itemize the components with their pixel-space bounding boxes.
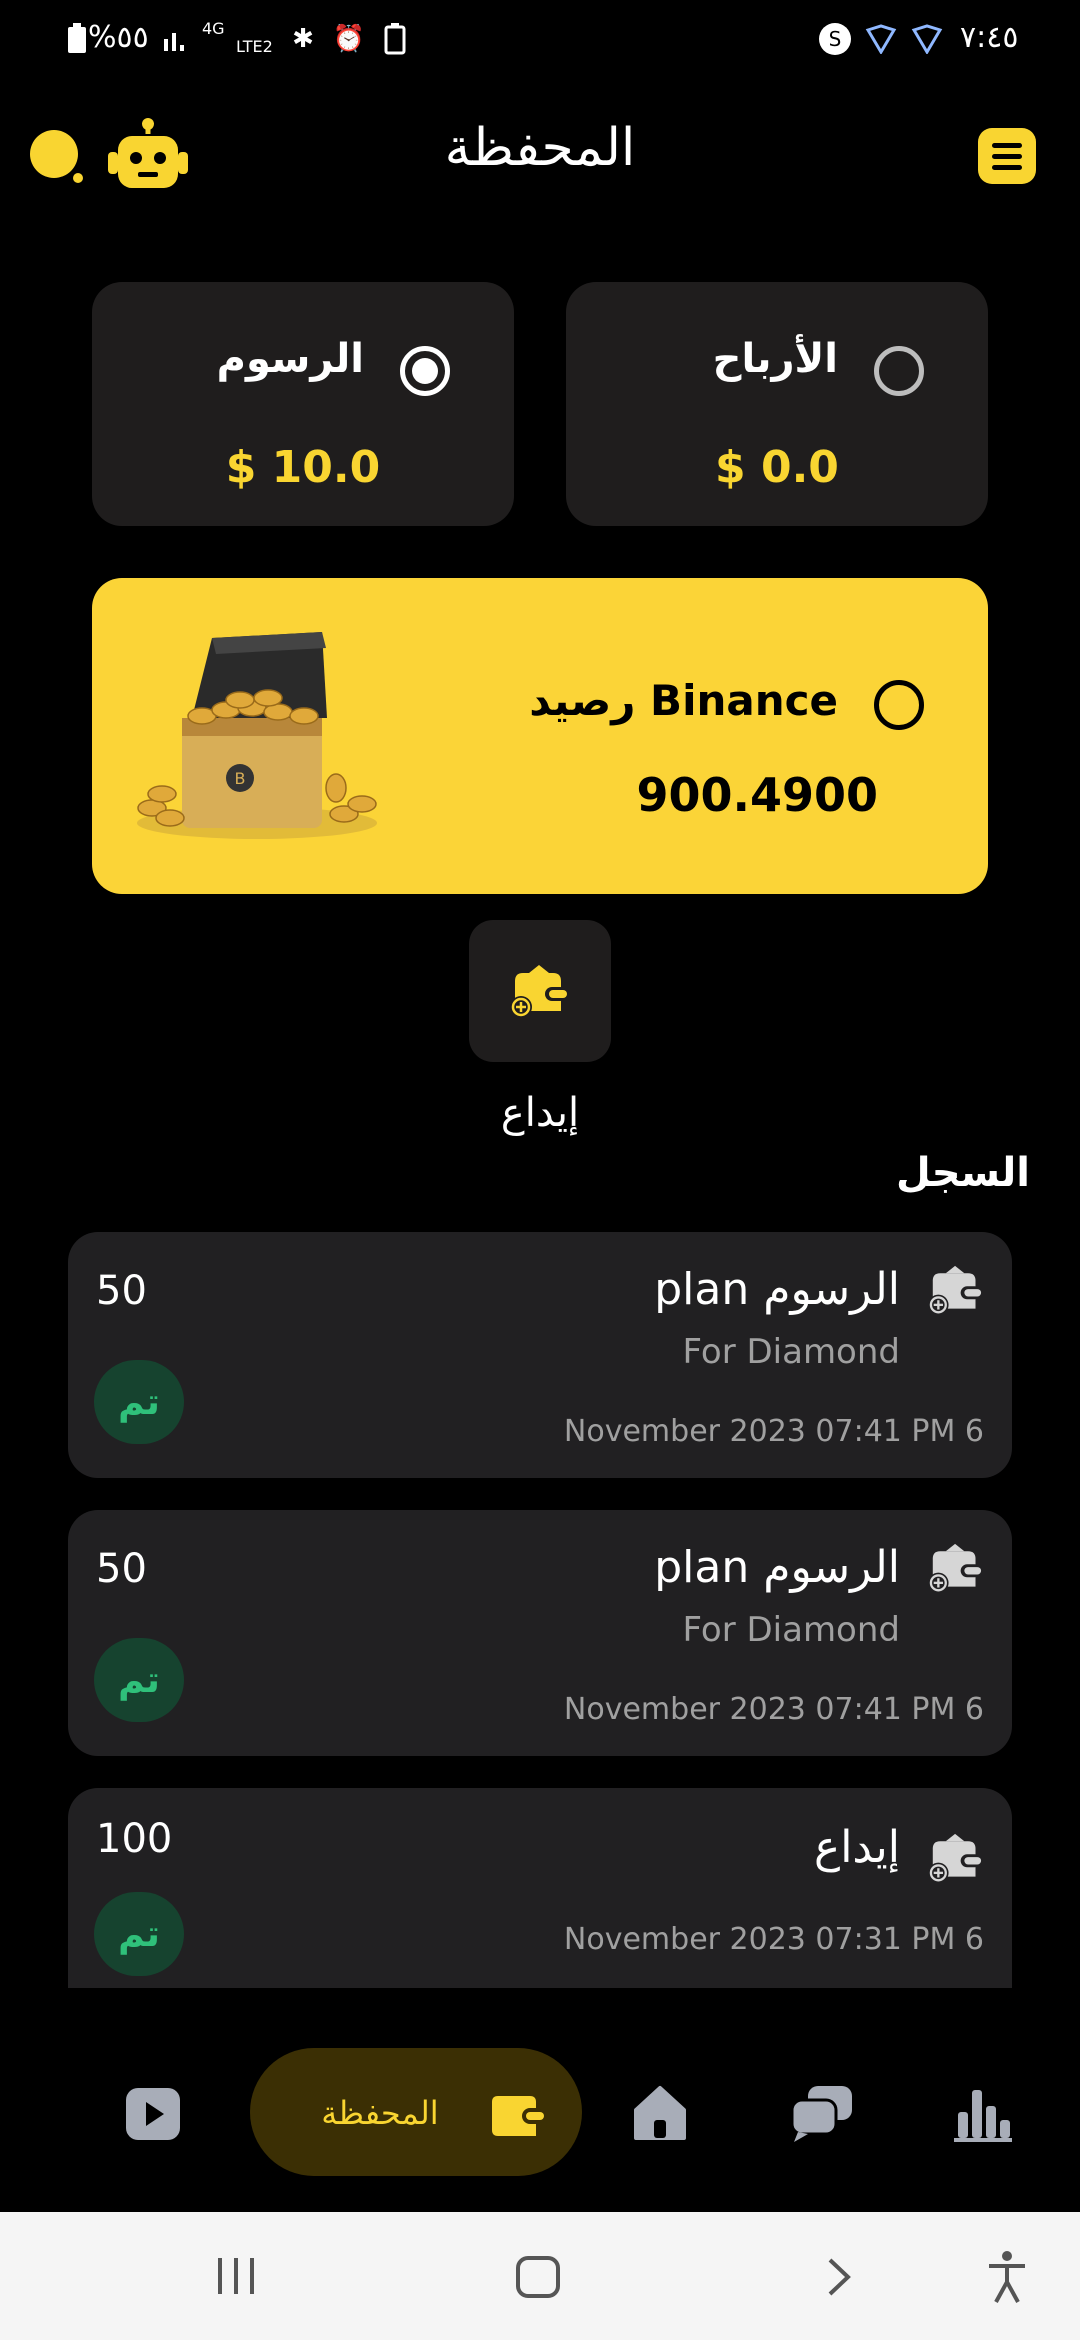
status-badge: تم: [94, 1360, 184, 1444]
system-nav-bar: [0, 2212, 1080, 2340]
network-text: 4G: [202, 19, 225, 38]
menu-icon-line: [992, 153, 1022, 159]
history-list[interactable]: plan الرسوم For Diamond November 2023 07…: [0, 1230, 1080, 1988]
status-badge: تم: [94, 1892, 184, 1976]
binance-balance-card[interactable]: B رصيد Binance 900.4900: [92, 578, 988, 894]
nav-wallet-label: المحفظة: [321, 2094, 439, 2132]
treasure-chest-image: B: [122, 618, 392, 848]
binance-label: رصيد Binance: [529, 676, 838, 725]
shazam-icon: S: [818, 22, 852, 56]
bottom-nav: المحفظة: [0, 2030, 1080, 2210]
home-icon[interactable]: [630, 2082, 690, 2142]
play-icon[interactable]: [124, 2086, 182, 2142]
wallet-add-icon: [928, 1265, 982, 1316]
menu-button[interactable]: [978, 128, 1036, 184]
fees-value: $ 10.0: [225, 442, 381, 493]
menu-icon-line: [992, 164, 1022, 170]
bluetooth-icon: ✱: [292, 24, 314, 54]
chart-icon[interactable]: [952, 2084, 1012, 2144]
binance-radio[interactable]: [874, 680, 924, 730]
history-item-date: November 2023 07:41 PM 6: [563, 1692, 984, 1727]
diamond-icon-2: [910, 22, 944, 56]
diamond-icon: [864, 22, 898, 56]
deposit-button[interactable]: [469, 920, 611, 1062]
history-item[interactable]: plan الرسوم For Diamond November 2023 07…: [68, 1232, 1012, 1478]
history-item[interactable]: plan الرسوم For Diamond November 2023 07…: [68, 1510, 1012, 1756]
home-nav-icon[interactable]: [514, 2254, 562, 2300]
status-badge: تم: [94, 1638, 184, 1722]
accessibility-icon[interactable]: [986, 2250, 1028, 2304]
svg-text:B: B: [235, 769, 246, 788]
profits-card[interactable]: الأرباح $ 0.0: [566, 282, 988, 526]
wallet-add-icon: [928, 1833, 982, 1884]
page-title: المحفظة: [444, 118, 636, 178]
deposit-label: إيداع: [500, 1090, 580, 1136]
wallet-add-icon: [928, 1543, 982, 1594]
fees-label: الرسوم: [216, 336, 364, 382]
history-item[interactable]: إيداع November 2023 07:31 PM 6 100 تم: [68, 1788, 1012, 1988]
history-item-amount: 50: [96, 1546, 147, 1592]
history-item-title: plan الرسوم: [654, 1264, 900, 1315]
profits-label: الأرباح: [712, 336, 838, 382]
profits-radio[interactable]: [874, 346, 924, 396]
signal-icon: [160, 22, 194, 56]
battery-saver-icon: [378, 22, 412, 56]
chat-icon[interactable]: [790, 2084, 854, 2142]
alarm-icon: ⏰: [332, 24, 366, 54]
wallet-add-icon: [510, 965, 567, 1018]
history-item-date: November 2023 07:41 PM 6: [563, 1414, 984, 1449]
recent-apps-icon[interactable]: [214, 2256, 258, 2296]
history-item-subtitle: For Diamond: [682, 1610, 900, 1650]
status-time: ٧:٤٥: [960, 20, 1019, 55]
fees-radio[interactable]: [400, 346, 450, 396]
history-title: السجل: [896, 1150, 1030, 1196]
history-item-title: إيداع: [813, 1822, 900, 1873]
profits-value: $ 0.0: [715, 442, 839, 493]
svg-text:S: S: [829, 27, 842, 51]
wallet-icon: [488, 2090, 546, 2140]
menu-icon-line: [992, 142, 1022, 148]
status-bar: %٥٥ 4G LTE2 ✱ ⏰ S ٧:٤٥: [0, 0, 1080, 80]
battery-text: %٥٥: [88, 20, 149, 55]
history-item-amount: 50: [96, 1268, 147, 1314]
history-item-date: November 2023 07:31 PM 6: [563, 1922, 984, 1957]
history-item-amount: 100: [96, 1816, 173, 1862]
history-item-subtitle: For Diamond: [682, 1332, 900, 1372]
binance-value: 900.4900: [636, 768, 878, 822]
fees-card[interactable]: الرسوم $ 10.0: [92, 282, 514, 526]
back-icon[interactable]: [824, 2256, 854, 2298]
network-sub-text: LTE2: [236, 37, 273, 56]
history-item-title: plan الرسوم: [654, 1542, 900, 1593]
radio-dot: [412, 358, 438, 384]
